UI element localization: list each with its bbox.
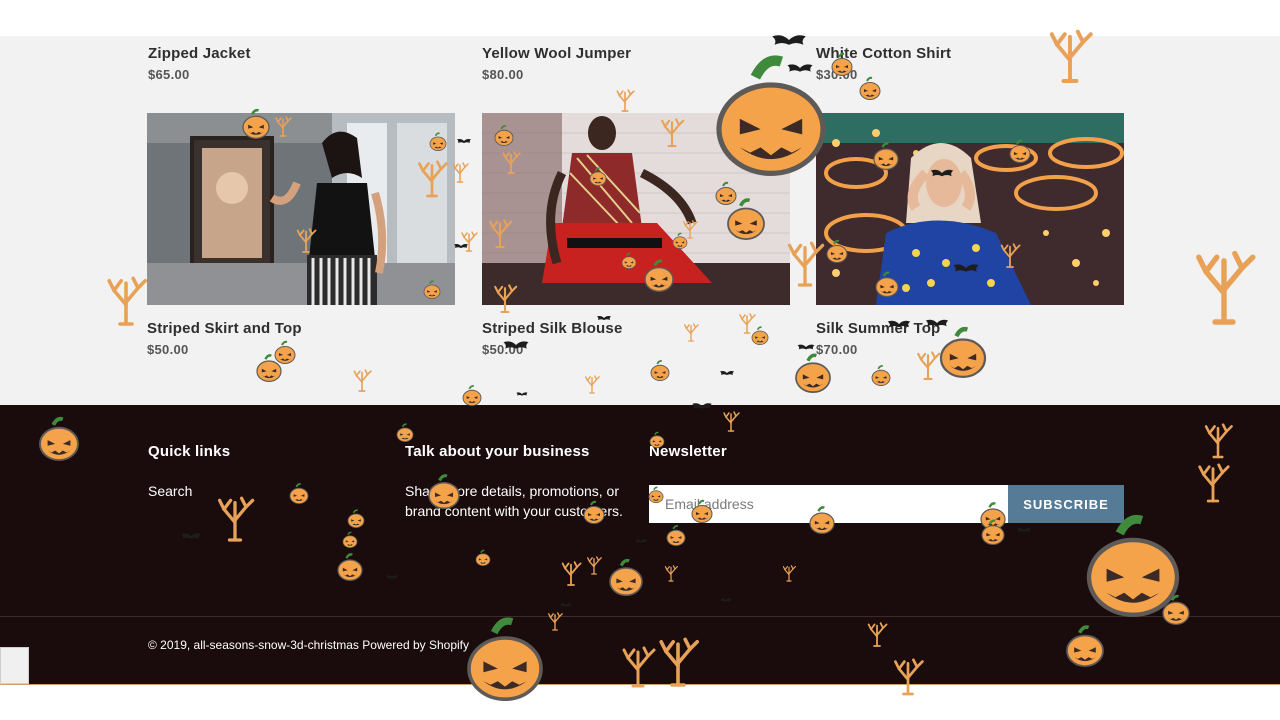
product-price: $65.00 bbox=[148, 67, 190, 82]
copyright-text: © 2019, all-seasons-snow-3d-christmas Po… bbox=[148, 638, 469, 652]
footer-divider bbox=[0, 616, 1280, 617]
product-title[interactable]: Yellow Wool Jumper bbox=[482, 45, 631, 62]
header-strip bbox=[0, 0, 1280, 36]
product-price: $50.00 bbox=[147, 342, 189, 357]
product-title[interactable]: Striped Silk Blouse bbox=[482, 320, 623, 337]
email-field[interactable] bbox=[649, 485, 1008, 523]
product-price: $80.00 bbox=[482, 67, 524, 82]
product-title[interactable]: Striped Skirt and Top bbox=[147, 320, 302, 337]
product-grid: Zipped Jacket $65.00 Yellow Wool Jumper … bbox=[0, 36, 1280, 405]
product-title[interactable]: White Cotton Shirt bbox=[816, 45, 951, 62]
product-title[interactable]: Silk Summer Top bbox=[816, 320, 940, 337]
product-price: $50.00 bbox=[482, 342, 524, 357]
product-price: $30.00 bbox=[816, 67, 858, 82]
newsletter-heading: Newsletter bbox=[649, 443, 727, 460]
site-footer: Quick links Search Talk about your busin… bbox=[0, 405, 1280, 685]
side-tab[interactable] bbox=[0, 647, 29, 684]
subscribe-button[interactable]: SUBSCRIBE bbox=[1008, 485, 1124, 523]
bottom-strip bbox=[0, 685, 1280, 720]
product-image[interactable] bbox=[816, 113, 1124, 305]
product-image[interactable] bbox=[482, 113, 790, 305]
business-heading: Talk about your business bbox=[405, 443, 590, 460]
business-text: Share store details, promotions, or bran… bbox=[405, 483, 623, 519]
store-page: Zipped Jacket $65.00 Yellow Wool Jumper … bbox=[0, 0, 1280, 720]
footer-link-search[interactable]: Search bbox=[148, 483, 192, 499]
product-price: $70.00 bbox=[816, 342, 858, 357]
product-image[interactable] bbox=[147, 113, 455, 305]
quick-links-heading: Quick links bbox=[148, 443, 231, 460]
product-title[interactable]: Zipped Jacket bbox=[148, 45, 251, 62]
